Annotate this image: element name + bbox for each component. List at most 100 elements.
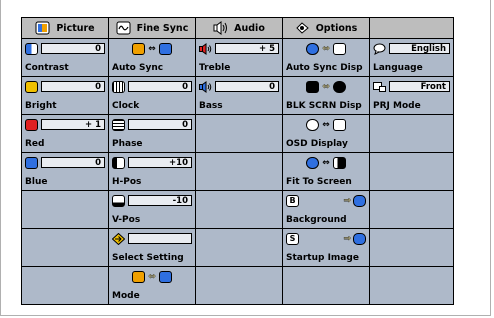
mode-item[interactable]: ⇔ Mode <box>109 267 195 304</box>
tab-options-label: Options <box>315 22 358 34</box>
background-b-icon: B <box>286 194 299 207</box>
auto-sync-label: Auto Sync <box>112 63 164 73</box>
phase-icon <box>112 118 125 131</box>
black-screen-icon <box>306 80 320 93</box>
empty-cell <box>370 191 453 228</box>
contrast-value: 0 <box>41 43 105 54</box>
bass-label: Bass <box>199 101 223 111</box>
clock-label: Clock <box>112 101 140 111</box>
tab-picture-label: Picture <box>56 22 95 34</box>
auto-sync-disp-label: Auto Sync Disp <box>286 63 363 73</box>
blk-scrn-disp-item[interactable]: ⇔ BLK SCRN Disp <box>283 77 369 114</box>
blk-scrn-disp-label: BLK SCRN Disp <box>286 101 362 111</box>
select-setting-item[interactable]: Select Setting <box>109 229 195 266</box>
empty-cell <box>22 191 108 228</box>
auto-sync-on-icon <box>132 42 146 55</box>
red-item[interactable]: + 1 Red <box>22 115 108 152</box>
empty-cell <box>370 229 453 266</box>
swap-arrow-icon: ⇔ <box>322 81 330 92</box>
tab-audio-label: Audio <box>234 22 265 34</box>
mode-b-icon <box>158 270 172 283</box>
language-item[interactable]: English Language <box>370 39 453 76</box>
bass-value: 0 <box>215 81 279 92</box>
clock-icon <box>112 80 125 93</box>
v-pos-value: -10 <box>128 195 192 206</box>
tab-fine-sync-label: Fine Sync <box>136 22 189 34</box>
fit-to-screen-item[interactable]: ⇔ Fit To Screen <box>283 153 369 190</box>
background-item[interactable]: B ⇒ Background <box>283 191 369 228</box>
empty-cell <box>370 115 453 152</box>
blue-label: Blue <box>25 177 48 187</box>
phase-label: Phase <box>112 139 143 149</box>
empty-cell <box>22 229 108 266</box>
tab-audio[interactable]: Audio <box>196 18 282 38</box>
clock-item[interactable]: 0 Clock <box>109 77 195 114</box>
swap-arrow-icon: ⇔ <box>322 157 330 168</box>
prj-mode-value: Front <box>389 81 450 92</box>
auto-sync-disp-item[interactable]: ⇔ Auto Sync Disp <box>283 39 369 76</box>
auto-sync-item[interactable]: ⇔ Auto Sync <box>109 39 195 76</box>
black-screen-off-icon <box>332 80 346 93</box>
select-setting-label: Select Setting <box>112 253 184 263</box>
osd-off-icon <box>332 118 346 131</box>
contrast-icon <box>25 42 38 55</box>
fit-off-icon <box>332 156 346 169</box>
empty-cell <box>196 115 282 152</box>
swap-arrow-icon: ⇔ <box>148 43 156 54</box>
treble-label: Treble <box>199 63 231 73</box>
treble-item[interactable]: + 5 Treble <box>196 39 282 76</box>
options-icon <box>295 21 310 35</box>
osd-display-label: OSD Display <box>286 139 348 149</box>
display-wave-icon <box>332 42 346 55</box>
display-on-icon <box>306 42 320 55</box>
mode-a-icon <box>132 270 146 283</box>
v-pos-icon <box>112 194 125 207</box>
treble-value: + 5 <box>215 43 279 54</box>
startup-image-label: Startup Image <box>286 253 359 263</box>
h-pos-item[interactable]: +10 H-Pos <box>109 153 195 190</box>
empty-cell <box>370 267 453 304</box>
fit-to-screen-label: Fit To Screen <box>286 177 352 187</box>
h-pos-label: H-Pos <box>112 177 142 187</box>
swap-arrow-icon: ⇔ <box>148 271 156 282</box>
contrast-item[interactable]: 0 Contrast <box>22 39 108 76</box>
empty-cell <box>196 191 282 228</box>
contrast-label: Contrast <box>25 63 69 73</box>
tab-blank <box>370 18 453 38</box>
v-pos-item[interactable]: -10 V-Pos <box>109 191 195 228</box>
blue-item[interactable]: 0 Blue <box>22 153 108 190</box>
empty-cell <box>196 267 282 304</box>
mode-label: Mode <box>112 291 140 301</box>
blue-value: 0 <box>41 157 105 168</box>
empty-cell <box>196 229 282 266</box>
osd-display-item[interactable]: ⇔ OSD Display <box>283 115 369 152</box>
tab-picture[interactable]: Picture <box>22 18 108 38</box>
select-setting-icon <box>111 232 126 245</box>
red-color-icon <box>25 118 38 131</box>
bass-speaker-icon <box>199 80 212 93</box>
tab-options[interactable]: Options <box>283 18 369 38</box>
background-label: Background <box>286 215 347 225</box>
tab-fine-sync[interactable]: Fine Sync <box>109 18 195 38</box>
v-pos-label: V-Pos <box>112 215 141 225</box>
phase-item[interactable]: 0 Phase <box>109 115 195 152</box>
bright-item[interactable]: 0 Bright <box>22 77 108 114</box>
bass-item[interactable]: 0 Bass <box>196 77 282 114</box>
startup-image-item[interactable]: S ⇒ Startup Image <box>283 229 369 266</box>
picture-icon <box>35 21 50 35</box>
osd-on-icon <box>306 118 320 131</box>
clock-value: 0 <box>128 81 192 92</box>
startup-s-icon: S <box>286 232 299 245</box>
language-value: English <box>389 43 450 54</box>
prj-mode-item[interactable]: Front PRJ Mode <box>370 77 453 114</box>
red-value: + 1 <box>41 119 105 130</box>
empty-cell <box>196 153 282 190</box>
auto-sync-off-icon <box>158 42 172 55</box>
fit-on-icon <box>306 156 320 169</box>
phase-value: 0 <box>128 119 192 130</box>
speech-bubble-icon <box>373 43 386 55</box>
empty-cell <box>22 267 108 304</box>
empty-cell <box>283 267 369 304</box>
projector-menu-grid: Picture Fine Sync Audio Options 0 Contra… <box>21 17 454 305</box>
language-label: Language <box>373 63 423 73</box>
